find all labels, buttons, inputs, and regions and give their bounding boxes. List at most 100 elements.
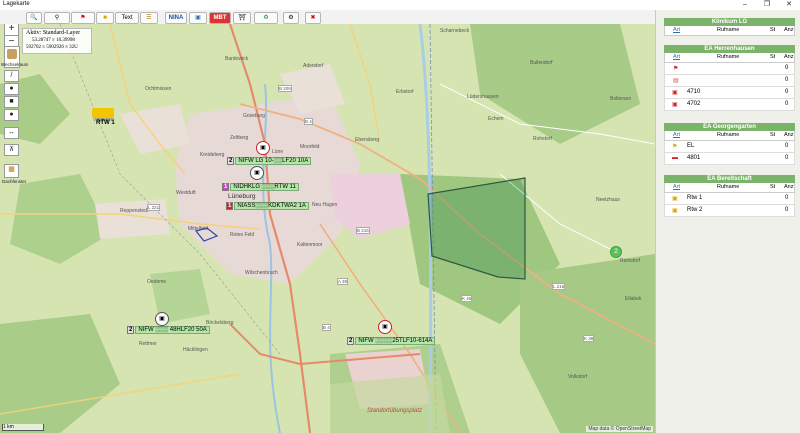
row-rufname: 4801: [687, 155, 701, 161]
place-label: Boltersen: [610, 96, 632, 102]
flag-icon: ⚑: [80, 15, 86, 21]
vehicle-icon: ▣: [159, 316, 165, 322]
close-window-button[interactable]: ✕: [778, 0, 800, 10]
place-label: Reinstorf: [620, 258, 641, 264]
scale-bar: 1 km: [2, 424, 44, 431]
layers-icon: ☰: [146, 15, 152, 21]
section-title: EA Bereitschaft: [664, 175, 795, 183]
place-label: Lüdershausen: [467, 94, 499, 100]
place-label: Reppenstedt: [120, 208, 149, 214]
table-row[interactable]: ▤ 0: [664, 75, 795, 87]
row-anz: 0: [785, 65, 789, 71]
place-label: Goseburg: [243, 113, 265, 119]
table-row[interactable]: ⚑ EL 0: [664, 141, 795, 153]
text-tool-button[interactable]: Text: [115, 12, 139, 24]
coordinate-info-box: Aktiv: Standard-Layer 53.28747 ≡ 10.3999…: [22, 28, 92, 54]
col-art[interactable]: Art: [673, 132, 680, 138]
sign-icon: ■: [103, 15, 107, 21]
unit-label[interactable]: 2 NIFW ░░░░25TLF10-614A: [347, 337, 436, 345]
section-columns: Art Rufname St Anz: [664, 53, 795, 63]
col-art[interactable]: Art: [673, 54, 680, 60]
row-rufname: EL: [687, 143, 695, 149]
draw-point-tool[interactable]: ●: [4, 83, 19, 95]
table-row[interactable]: ⚑ 0: [664, 63, 795, 75]
vehicle-marker[interactable]: ▣: [155, 312, 169, 326]
marker-cluster[interactable]: 2: [610, 246, 622, 258]
table-row[interactable]: ▣ Rtw 2 0: [664, 205, 795, 217]
map-attribution: Map data © OpenStreetMap: [586, 426, 653, 432]
road-label: B 4: [304, 118, 313, 125]
sign-tool[interactable]: ■: [96, 12, 114, 24]
place-label: Neetzhaus: [596, 197, 620, 203]
stop-button[interactable]: ✖: [305, 12, 321, 24]
col-rufname: Rufname: [717, 132, 740, 138]
north-tool[interactable]: ⊼: [4, 144, 19, 156]
road-label: A 39: [337, 278, 349, 285]
dachfenster-icon: ▦: [8, 166, 15, 173]
fire-station-icon: ⚑: [673, 66, 679, 72]
vehicle-tool[interactable]: ▣: [189, 12, 207, 24]
measure-tool[interactable]: ↔: [4, 127, 19, 139]
pin-flag-tool[interactable]: ⚑: [71, 12, 95, 24]
draw-rectangle-tool[interactable]: ■: [4, 96, 19, 108]
col-st: St: [770, 132, 776, 138]
square-icon: ■: [9, 98, 14, 105]
hatch-icon: ▤: [673, 78, 679, 84]
table-row[interactable]: ▣ Rtw 1 0: [664, 193, 795, 205]
section-georgengarten: EA Georgengarten Art Rufname St Anz ⚑ EL…: [664, 123, 795, 165]
table-row[interactable]: ▬ 4801 0: [664, 153, 795, 165]
map-view[interactable]: Vögelsen Ochtmissen Bardowick Kreideberg…: [0, 24, 655, 433]
col-art[interactable]: Art: [673, 184, 680, 190]
place-label: Kaltenmoor: [297, 242, 323, 248]
truck-icon: ▣: [382, 324, 388, 330]
col-anz: Anz: [784, 184, 794, 190]
fire-truck-icon: ▣: [672, 102, 678, 108]
col-art[interactable]: Art: [673, 27, 680, 33]
row-anz: 0: [785, 101, 789, 107]
utm-text: 592702 ≡ 5902926 ≡ 32U: [26, 45, 78, 50]
mbt-button[interactable]: MBT: [209, 12, 231, 24]
marker-tool[interactable]: ⚲: [44, 12, 70, 24]
truck-icon: ▣: [260, 145, 266, 151]
nina-button[interactable]: NINA: [165, 12, 187, 24]
vehicle-icon: ▣: [195, 15, 201, 21]
dachfenster-button[interactable]: ▦: [4, 164, 19, 178]
ambulance-vehicle-icon[interactable]: [92, 108, 114, 118]
draw-circle-tool[interactable]: ●: [4, 109, 19, 121]
unit-label[interactable]: 1 NIASS░░░KDKTWA2 1A: [226, 202, 309, 210]
settings-button[interactable]: ⚙: [283, 12, 299, 24]
place-label: Rotes Feld: [230, 232, 255, 238]
maximize-button[interactable]: ❐: [756, 0, 778, 10]
fire-truck-marker[interactable]: ▣: [378, 320, 392, 334]
gear-icon: ⚙: [288, 15, 294, 21]
place-label: Kreideberg: [200, 152, 225, 158]
unit-label[interactable]: 1 NIDHKLG ░░░RTW 11: [222, 183, 299, 191]
resource-panel: Klinikum LG Art Rufname St Anz EA Herren…: [655, 10, 800, 433]
unit-label[interactable]: 2 NIFW ░░░ 48HLF20 50A: [127, 326, 210, 334]
place-label: Neu Hagen: [312, 202, 338, 208]
refresh-button[interactable]: ♻: [254, 12, 278, 24]
row-rufname: 4710: [687, 89, 701, 95]
magnifier-tool[interactable]: 🔍: [26, 12, 42, 24]
vehicle-marker[interactable]: ▣: [250, 166, 264, 180]
section-herrenhausen: EA Herrenhausen Art Rufname St Anz ⚑ 0 ▤…: [664, 45, 795, 111]
section-columns: Art Rufname St Anz: [664, 183, 795, 193]
section-title: Klinikum LG: [664, 18, 795, 26]
unit-text: NIASS░░░KDKTWA2 1A: [234, 202, 309, 210]
building-tool[interactable]: ⛩: [233, 12, 251, 24]
unit-label[interactable]: 2 NIFW LG 10-░░LF20 10A: [227, 157, 312, 165]
place-label: Echem: [488, 116, 504, 122]
fire-truck-marker[interactable]: ▣: [256, 141, 270, 155]
refresh-icon: ♻: [263, 15, 269, 21]
road-label: L 216: [552, 283, 566, 290]
north-arrow-icon: ⊼: [8, 146, 15, 153]
col-st: St: [770, 27, 776, 33]
layers-tool[interactable]: ☰: [140, 12, 158, 24]
minimize-button[interactable]: –: [734, 0, 756, 10]
draw-line-tool[interactable]: /: [4, 70, 19, 82]
table-row[interactable]: ▣ 4710 0: [664, 87, 795, 99]
row-anz: 0: [785, 143, 789, 149]
table-row[interactable]: ▣ 4702 0: [664, 99, 795, 111]
place-label: Lüne: [272, 149, 284, 155]
unit-text: NIFW LG 10-░░LF20 10A: [235, 157, 312, 165]
